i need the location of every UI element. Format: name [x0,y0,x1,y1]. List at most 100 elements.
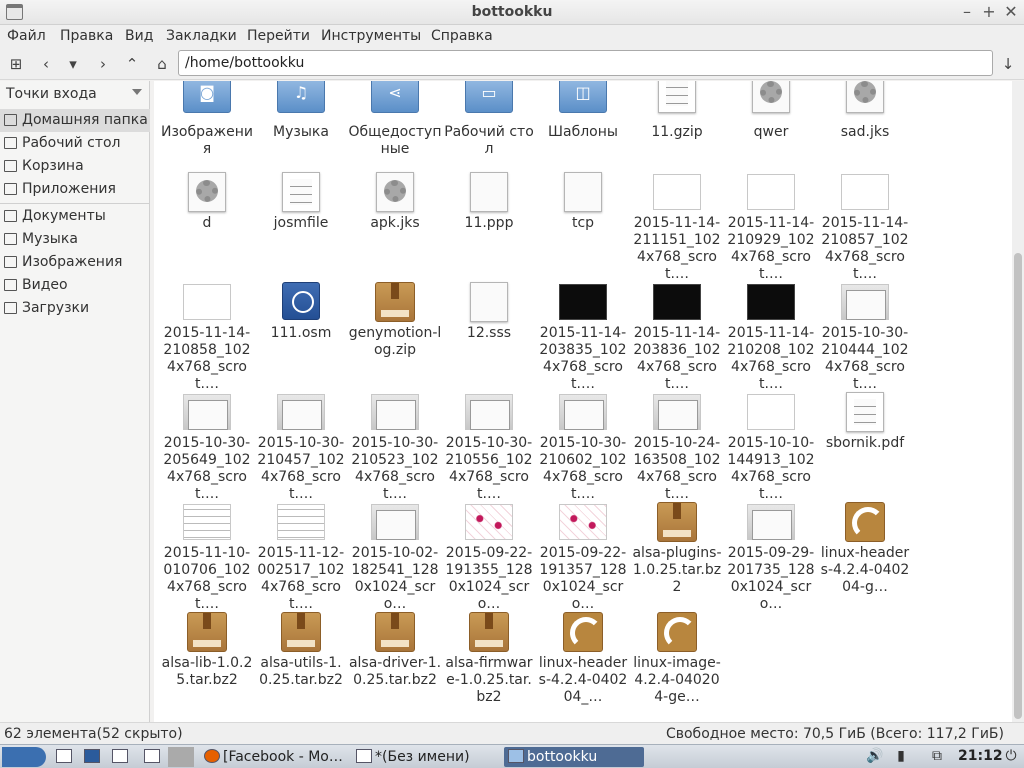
sidebar-item-applications[interactable]: Приложения [0,178,150,201]
maximize-icon[interactable]: + [980,3,998,21]
desktop-icon [4,137,17,149]
menu-go[interactable]: Перейти [247,28,310,44]
image-thumbnail-icon [183,504,231,540]
image-thumbnail-icon [559,504,607,540]
home-icon[interactable]: ⌂ [152,54,172,74]
logout-icon[interactable]: ⏻ [1002,748,1020,766]
sidebar-item-label: Приложения [22,181,116,197]
deb-package-icon [563,612,603,652]
status-bar: 62 элемента(52 скрыто) Свободное место: … [0,722,1024,744]
image-thumbnail-icon [841,174,889,210]
menu-bookmarks[interactable]: Закладки [166,28,237,44]
file-label: Шаблоны [548,124,618,140]
free-space: Свободное место: 70,5 ГиБ (Всего: 117,2 … [665,726,1004,742]
deb-package-icon [845,502,885,542]
image-thumbnail-icon [371,504,419,540]
package-icon [281,612,321,652]
window-launcher-icon[interactable] [112,747,134,767]
sidebar-mode-select[interactable]: Точки входа [0,81,150,107]
sidebar-item-label: Загрузки [22,300,90,316]
show-desktop-icon[interactable] [56,747,76,767]
file-label: Рабочий стол [444,124,534,157]
image-thumbnail-icon [747,504,795,540]
sidebar-item-documents[interactable]: Документы [0,205,150,228]
start-menu-button[interactable] [2,747,46,767]
sidebar-item-music[interactable]: Музыка [0,228,150,251]
text-editor-icon [356,749,372,763]
file-label: 2015-09-22-191357_1280x1024_scro… [539,545,627,612]
window-title: bottookku [471,4,553,20]
package-icon [375,612,415,652]
file-label: Общедоступные [348,124,442,157]
close-icon[interactable]: ✕ [1002,3,1020,21]
image-thumbnail-icon [277,504,325,540]
history-dropdown-icon[interactable]: ▾ [63,54,83,74]
sidebar-item-downloads[interactable]: Загрузки [0,297,150,320]
sidebar-item-label: Документы [22,208,106,224]
file-label: 2015-10-30-210457_1024x768_scrot.… [257,435,345,502]
minimize-icon[interactable]: – [958,3,976,21]
firefox-icon [204,749,220,763]
deb-package-icon [657,612,697,652]
text-file-icon [282,172,320,212]
task-firefox[interactable]: [Facebook - Mo… [204,747,348,767]
image-thumbnail-icon [653,394,701,430]
sidebar-item-home[interactable]: Домашняя папка [0,109,150,132]
package-icon [375,282,415,322]
path-input[interactable]: /home/bottookku [178,50,993,76]
file-label: 2015-10-30-210523_1024x768_scrot.… [351,435,439,502]
back-icon[interactable]: ‹ [36,54,56,74]
task-editor[interactable]: *(Без имени) [356,747,496,767]
task-file-manager[interactable]: bottookku [504,747,644,767]
image-thumbnail-icon [465,504,513,540]
file-label: qwer [753,124,789,140]
globe-icon [282,282,320,320]
image-thumbnail-icon [465,394,513,430]
workspace-2-icon[interactable] [168,747,194,767]
new-tab-icon[interactable]: ⊞ [6,54,26,74]
menu-edit[interactable]: Правка [60,28,113,44]
workspace-1-icon[interactable] [144,747,166,767]
file-label: 2015-11-14-203835_1024x768_scrot.… [539,325,627,392]
file-label: alsa-utils-1.0.25.tar.bz2 [259,655,343,688]
file-label: 2015-11-14-203836_1024x768_scrot.… [633,325,721,392]
file-label: alsa-driver-1.0.25.tar.bz2 [348,655,442,688]
image-thumbnail-icon [277,394,325,430]
file-label: 2015-09-29-201735_1280x1024_scro… [727,545,815,612]
file-label: d [202,215,212,231]
sidebar-item-label: Корзина [22,158,84,174]
file-label: 2015-10-02-182541_1280x1024_scro… [351,545,439,612]
volume-icon[interactable]: 🔊 [866,748,884,766]
menu-file[interactable]: Файл [7,28,46,44]
file-label: apk.jks [370,215,420,231]
image-thumbnail-icon [183,284,231,320]
image-thumbnail-icon [747,394,795,430]
gear-icon [376,172,414,212]
menu-view[interactable]: Вид [125,28,153,44]
sidebar-item-pictures[interactable]: Изображения [0,251,150,274]
battery-icon[interactable]: ▮ [892,748,910,766]
network-icon[interactable]: ⧉ [928,748,946,766]
app-launcher-icon[interactable] [84,747,106,767]
file-label: 2015-09-22-191355_1280x1024_scro… [445,545,533,612]
file-label: 2015-10-30-210444_1024x768_scrot.… [821,325,909,392]
vertical-scrollbar[interactable] [1012,81,1024,722]
menu-tools[interactable]: Инструменты [321,28,421,44]
sidebar-item-trash[interactable]: Корзина [0,155,150,178]
sidebar-item-label: Домашняя папка [22,112,148,128]
file-label: alsa-plugins-1.0.25.tar.bz2 [632,545,722,595]
file-label: 2015-10-30-210556_1024x768_scrot.… [445,435,533,502]
go-icon[interactable]: ↓ [998,54,1018,74]
sidebar-item-desktop[interactable]: Рабочий стол [0,132,150,155]
applications-icon [4,183,17,195]
share-icon: ⋖ [371,81,419,113]
menu-help[interactable]: Справка [431,28,493,44]
up-icon[interactable]: ⌃ [122,54,142,74]
file-label: sad.jks [840,124,890,140]
gear-icon [188,172,226,212]
image-thumbnail-icon [747,284,795,320]
scrollbar-thumb[interactable] [1014,253,1022,719]
image-thumbnail-icon [653,284,701,320]
forward-icon[interactable]: › [93,54,113,74]
sidebar-item-videos[interactable]: Видео [0,274,150,297]
